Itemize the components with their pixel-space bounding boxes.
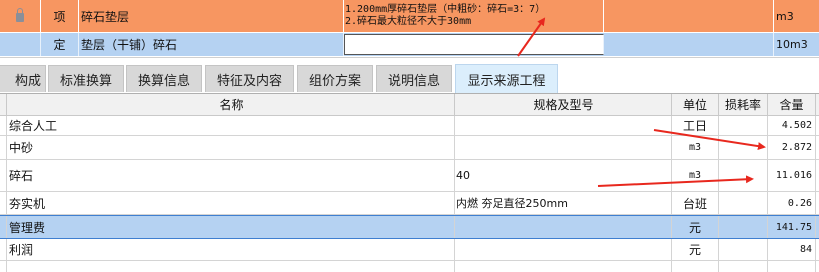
row-loss-rate[interactable] (719, 160, 768, 191)
header-content[interactable]: 含量 (768, 94, 816, 115)
row-loss-rate[interactable] (719, 136, 768, 159)
row-unit (672, 261, 719, 272)
item-description[interactable]: 1.200mm厚碎石垫层（中粗砂：碎石=3：7） 2.碎石最大粒径不大于30mm (344, 0, 604, 32)
row-loss-rate[interactable] (719, 239, 768, 260)
tab-standard-conversion[interactable]: 标准换算 (48, 65, 124, 92)
row-name[interactable]: 夯实机 (7, 192, 455, 214)
tab-pricing-scheme[interactable]: 组价方案 (297, 65, 373, 92)
item-empty-cell[interactable] (604, 0, 774, 32)
grid-row[interactable]: 夯实机 内燃 夯足直径250mm 台班 0.26 (0, 192, 819, 215)
row-unit[interactable]: m3 (672, 136, 719, 159)
header-loss-rate[interactable]: 损耗率 (719, 94, 768, 115)
row-content[interactable]: 141.75 (768, 216, 816, 238)
row-loss-rate (719, 261, 768, 272)
header-spec[interactable]: 规格及型号 (455, 94, 672, 115)
row-unit[interactable]: 元 (672, 216, 719, 238)
item-unit: m3 (776, 9, 794, 23)
row-indicator (0, 160, 7, 191)
tab-features-content[interactable]: 特征及内容 (205, 65, 294, 92)
tab-show-source-project[interactable]: 显示来源工程 (455, 64, 558, 94)
tab-composition[interactable]: 构成 (0, 65, 46, 92)
item-kind: 项 (41, 0, 79, 32)
detail-tab-bar: 构成 标准换算 换算信息 特征及内容 组价方案 说明信息 显示来源工程 (0, 57, 819, 94)
tab-description[interactable]: 说明信息 (376, 65, 452, 92)
lock-cell[interactable] (0, 0, 41, 32)
header-name[interactable]: 名称 (7, 94, 455, 115)
row-spec[interactable] (455, 116, 672, 135)
row-unit[interactable]: 元 (672, 239, 719, 260)
row-spec[interactable] (455, 136, 672, 159)
grid-row-partial (0, 261, 819, 272)
row-indicator (0, 239, 7, 260)
tab-conversion-info[interactable]: 换算信息 (126, 65, 202, 92)
row-content[interactable]: 84 (768, 239, 816, 260)
row-content[interactable]: 0.26 (768, 192, 816, 214)
row-spec (455, 261, 672, 272)
row-indicator (0, 192, 7, 214)
row-unit[interactable]: 台班 (672, 192, 719, 214)
lock-icon (16, 8, 24, 22)
row-spec[interactable]: 40 (455, 160, 672, 191)
lock-cell-empty (0, 33, 41, 56)
row-content[interactable]: 11.016 (768, 160, 816, 191)
grid-header: 名称 规格及型号 单位 损耗率 含量 (0, 94, 819, 116)
item-description-line-1: 1.200mm厚碎石垫层（中粗砂：碎石=3：7） (345, 4, 546, 15)
row-spec[interactable]: 内燃 夯足直径250mm (455, 192, 672, 214)
row-spec[interactable] (455, 239, 672, 260)
item-description-editor[interactable] (344, 34, 604, 55)
item-kind: 定 (41, 33, 79, 56)
grid-row[interactable]: 中砂 m3 2.872 (0, 136, 819, 160)
header-unit[interactable]: 单位 (672, 94, 719, 115)
row-indicator (0, 116, 7, 135)
row-name[interactable]: 综合人工 (7, 116, 455, 135)
resource-grid: 名称 规格及型号 单位 损耗率 含量 综合人工 工日 4.502 中砂 m3 2… (0, 93, 819, 272)
row-indicator (0, 216, 7, 238)
row-spec[interactable] (455, 216, 672, 238)
row-indicator (0, 136, 7, 159)
grid-row[interactable]: 综合人工 工日 4.502 (0, 116, 819, 136)
row-content[interactable]: 2.872 (768, 136, 816, 159)
grid-row[interactable]: 碎石 40 m3 11.016 (0, 160, 819, 192)
row-name[interactable]: 利润 (7, 239, 455, 260)
row-loss-rate[interactable] (719, 216, 768, 238)
row-content (768, 261, 816, 272)
item-list: 项 碎石垫层 1.200mm厚碎石垫层（中粗砂：碎石=3：7） 2.碎石最大粒径… (0, 0, 819, 57)
row-name[interactable]: 管理费 (7, 216, 455, 238)
row-name[interactable]: 碎石 (7, 160, 455, 191)
item-row-quota[interactable]: 定 垫层（干铺）碎石 10m3 (0, 33, 819, 56)
row-loss-rate[interactable] (719, 192, 768, 214)
grid-row-selected[interactable]: 管理费 元 141.75 (0, 215, 819, 239)
item-description-line-2: 2.碎石最大粒径不大于30mm (345, 16, 472, 27)
item-name[interactable]: 碎石垫层 (79, 0, 344, 32)
row-unit[interactable]: m3 (672, 160, 719, 191)
item-name[interactable]: 垫层（干铺）碎石 (79, 33, 344, 56)
grid-row[interactable]: 利润 元 84 (0, 239, 819, 261)
item-unit: 10m3 (776, 38, 808, 51)
header-indicator (0, 94, 7, 115)
item-empty-cell[interactable] (604, 33, 774, 56)
row-name[interactable]: 中砂 (7, 136, 455, 159)
row-name (7, 261, 455, 272)
row-loss-rate[interactable] (719, 116, 768, 135)
row-indicator (0, 261, 7, 272)
row-unit[interactable]: 工日 (672, 116, 719, 135)
row-content[interactable]: 4.502 (768, 116, 816, 135)
item-row-gravel-cushion[interactable]: 项 碎石垫层 1.200mm厚碎石垫层（中粗砂：碎石=3：7） 2.碎石最大粒径… (0, 0, 819, 33)
